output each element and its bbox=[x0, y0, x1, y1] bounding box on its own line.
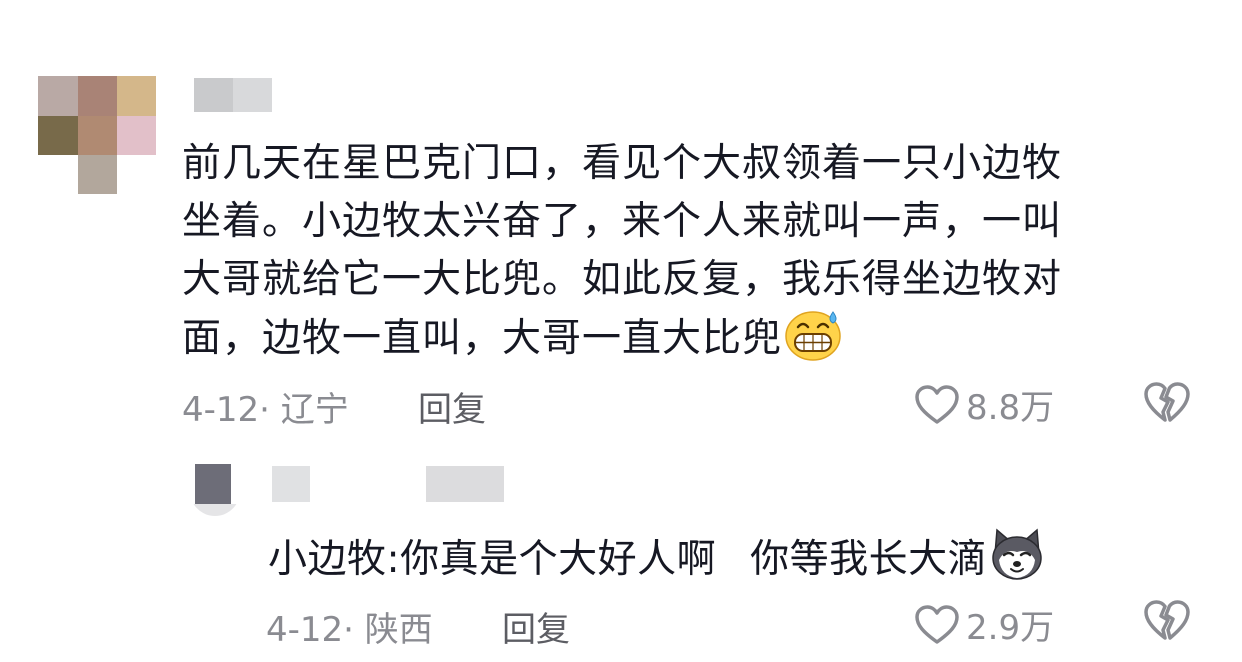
like-count: 8.8万 bbox=[966, 388, 1055, 428]
grinning-sweat-emoji bbox=[784, 309, 842, 378]
dislike-button[interactable] bbox=[1143, 598, 1191, 646]
reply-text-part2: 你等我长大滴 bbox=[750, 537, 988, 582]
username[interactable] bbox=[194, 78, 272, 112]
comment-body: 前几天在星巴克门口，看见个大叔领着一只小边牧 坐着。小边牧太兴奋了，来个人来就叫… bbox=[182, 135, 1192, 378]
heart-icon bbox=[915, 384, 959, 424]
reply-button[interactable]: 回复 bbox=[502, 602, 570, 651]
reply-date: 4-12 bbox=[266, 610, 344, 650]
heart-icon bbox=[915, 604, 959, 644]
comment-line: 坐着。小边牧太兴奋了，来个人来就叫一声，一叫 bbox=[182, 199, 1063, 244]
comment-date: 4-12 bbox=[182, 390, 260, 430]
comment-line: 大哥就给它一大比兜。如此反复，我乐得坐边牧对 bbox=[182, 257, 1063, 302]
reply-button[interactable]: 回复 bbox=[418, 382, 486, 431]
like-button[interactable]: 2.9万 bbox=[914, 600, 1054, 649]
reply-location: · 陕西 bbox=[343, 610, 433, 650]
comment-line: 面，边牧一直叫，大哥一直大比兜 bbox=[182, 309, 1192, 378]
broken-heart-icon bbox=[1144, 382, 1190, 422]
dislike-button[interactable] bbox=[1143, 380, 1191, 428]
avatar[interactable] bbox=[190, 464, 240, 516]
reply-text-part1: 小边牧:你真是个大好人啊 bbox=[268, 537, 717, 582]
broken-heart-icon bbox=[1144, 600, 1190, 640]
husky-dog-emoji bbox=[989, 528, 1045, 598]
reply-body: 小边牧:你真是个大好人啊 你等我长大滴 bbox=[268, 528, 1045, 598]
like-count: 2.9万 bbox=[966, 608, 1055, 648]
username[interactable] bbox=[272, 466, 504, 502]
comment-meta: 4-12· 辽宁 bbox=[182, 382, 349, 431]
reply-meta: 4-12· 陕西 bbox=[266, 602, 433, 651]
comment-line: 前几天在星巴克门口，看见个大叔领着一只小边牧 bbox=[182, 141, 1063, 186]
avatar[interactable] bbox=[38, 76, 156, 194]
like-button[interactable]: 8.8万 bbox=[914, 380, 1054, 429]
comment-location: · 辽宁 bbox=[259, 390, 349, 430]
